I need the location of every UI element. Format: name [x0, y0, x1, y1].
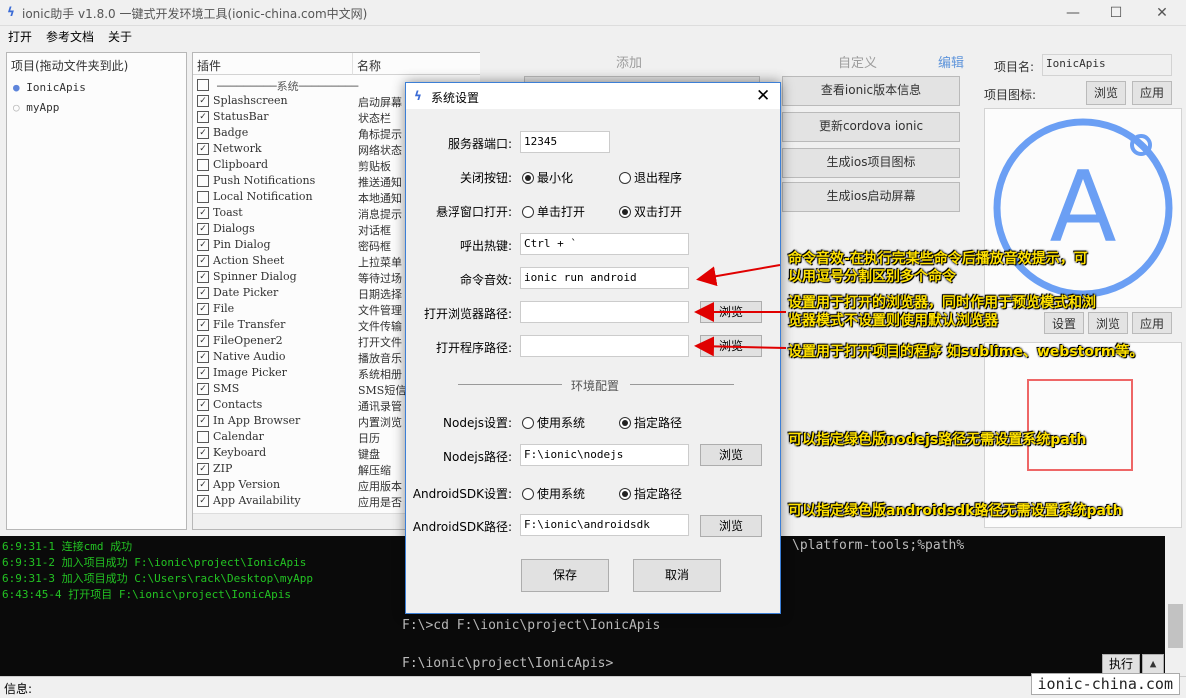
annotation-program: 设置用于打开项目的程序 如sublime、webstorm等。: [788, 344, 1144, 360]
annotation-sound: 命令音效-在执行完某些命令后播放音效提示，可 以用逗号分割区别多个命令: [788, 251, 1088, 285]
arrow-sound: [696, 264, 781, 287]
annotation-android-sdk: 可以指定绿色版androidsdk路径无需设置系统path: [788, 503, 1123, 519]
annotation-browser: 设置用于打开的浏览器，同时作用于预览模式和浏 览器模式不设置则使用默认浏览器: [788, 295, 1096, 329]
arrow-program: [694, 336, 787, 357]
annotation-nodejs: 可以指定绿色版nodejs路径无需设置系统path: [788, 432, 1087, 448]
